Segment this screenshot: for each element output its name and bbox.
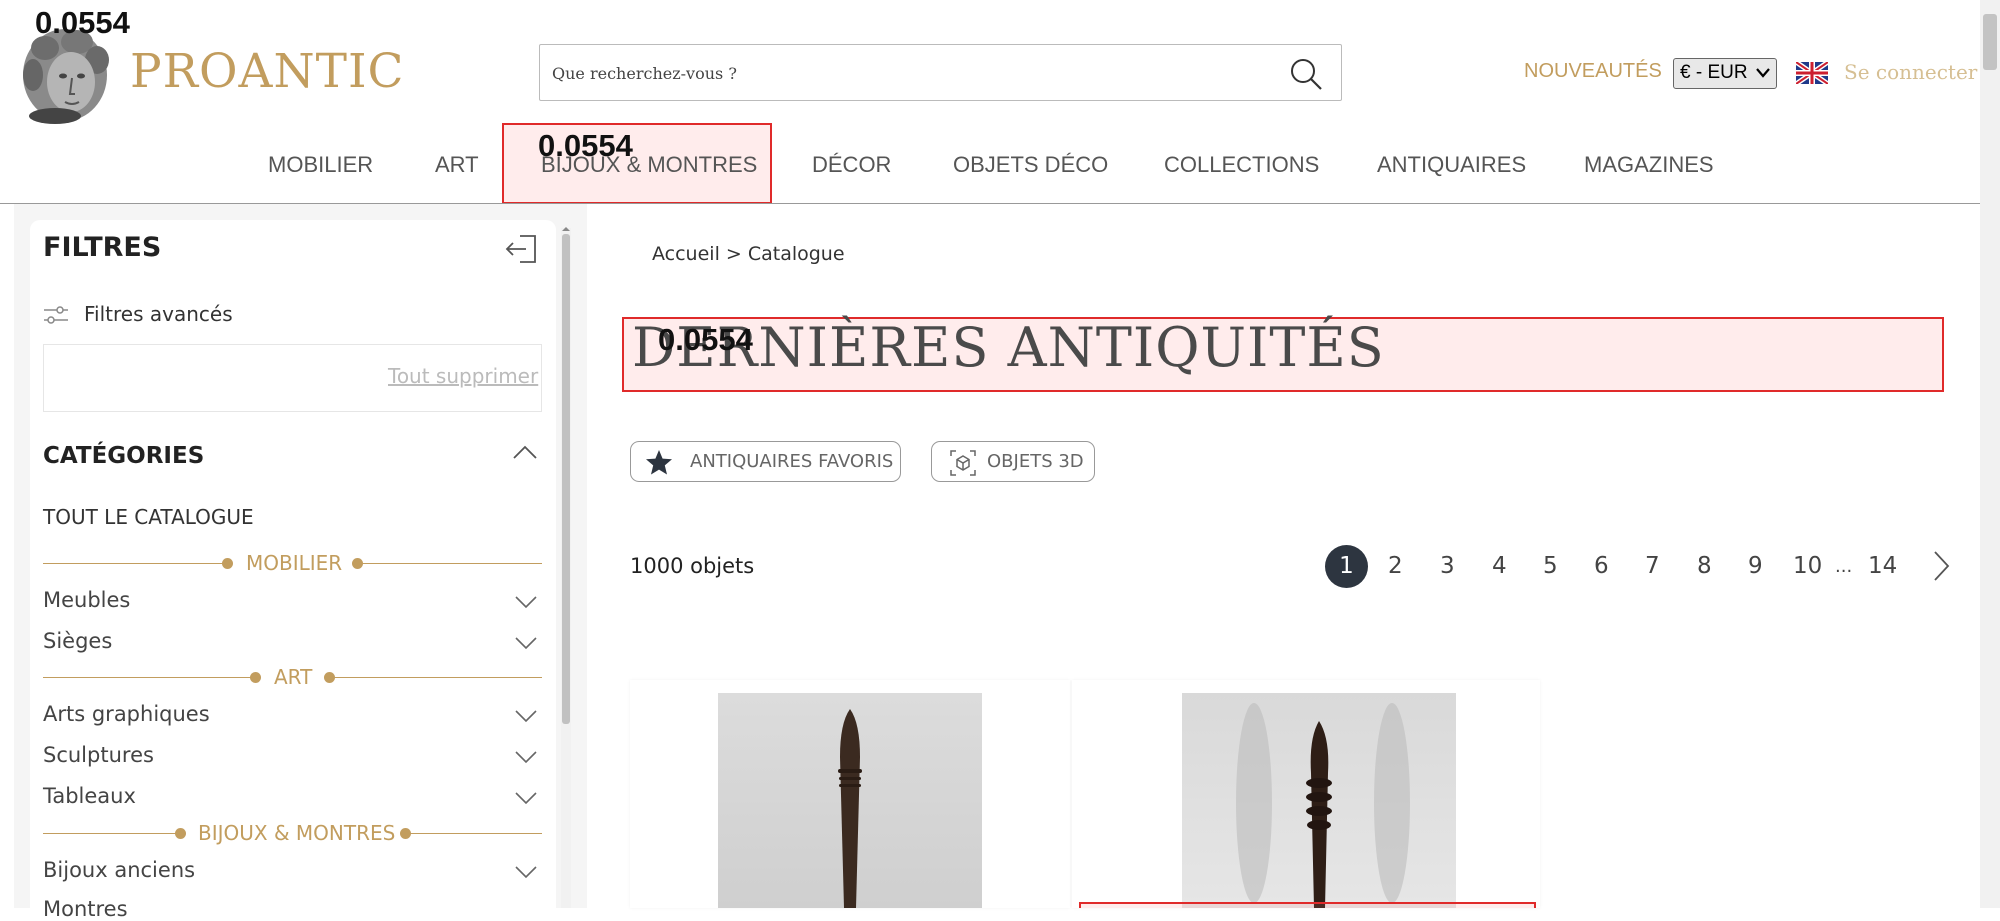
category-sculptures[interactable]: Sculptures — [43, 743, 154, 767]
cube-3d-icon — [950, 450, 976, 476]
category-arts-graphiques[interactable]: Arts graphiques — [43, 702, 210, 726]
nouveautes-link[interactable]: NOUVEAUTÉS — [1524, 60, 1662, 83]
page-scroll-thumb[interactable] — [1983, 14, 1997, 70]
nav-mobilier[interactable]: MOBILIER — [268, 152, 373, 178]
group-label-bijoux-montres: BIJOUX & MONTRES — [198, 821, 396, 845]
login-link[interactable]: Se connecter — [1844, 60, 1977, 84]
nav-collections[interactable]: COLLECTIONS — [1164, 152, 1319, 178]
chevron-down-icon[interactable] — [514, 788, 538, 808]
scroll-up-arrow-icon[interactable] — [561, 226, 571, 232]
3d-objects-label: OBJETS 3D — [987, 451, 1084, 472]
score-overlay-nav: 0.0554 — [538, 128, 633, 163]
advanced-filters-link[interactable]: Filtres avancés — [84, 302, 233, 326]
currency-selected-value: € - EUR — [1680, 62, 1748, 83]
group-divider-dot — [175, 828, 186, 839]
category-all-catalog[interactable]: TOUT LE CATALOGUE — [43, 505, 254, 529]
results-count: 1000 objets — [630, 554, 755, 578]
group-divider-line — [408, 833, 542, 834]
collapse-panel-icon[interactable] — [504, 234, 538, 264]
product-card[interactable] — [630, 680, 1070, 908]
search-icon[interactable] — [1289, 57, 1323, 91]
favorite-dealers-filter[interactable]: ANTIQUAIRES FAVORIS — [630, 441, 901, 482]
category-bijoux-anciens[interactable]: Bijoux anciens — [43, 858, 195, 882]
category-meubles[interactable]: Meubles — [43, 588, 130, 612]
chevron-down-icon[interactable] — [514, 592, 538, 612]
pagination-page[interactable]: 4 — [1492, 553, 1507, 579]
brand-name[interactable]: PROANTIC — [130, 44, 405, 99]
highlight-box-card — [1079, 902, 1536, 908]
chevron-up-icon[interactable] — [512, 440, 538, 466]
group-divider-dot — [250, 672, 261, 683]
pagination-page[interactable]: 9 — [1748, 553, 1763, 579]
clear-all-filters-link[interactable]: Tout supprimer — [388, 364, 538, 388]
chevron-down-icon[interactable] — [514, 747, 538, 767]
pagination-page[interactable]: 5 — [1543, 553, 1558, 579]
nav-art[interactable]: ART — [435, 152, 479, 178]
pagination-page[interactable]: 2 — [1388, 553, 1403, 579]
pagination-page[interactable]: 8 — [1697, 553, 1712, 579]
currency-select[interactable]: € - EUR — [1673, 58, 1777, 89]
category-tableaux[interactable]: Tableaux — [43, 784, 136, 808]
chevron-right-icon[interactable] — [1932, 550, 1950, 582]
chevron-down-icon[interactable] — [514, 706, 538, 726]
score-overlay-title: 0.0554 — [658, 322, 753, 357]
group-divider-line — [360, 563, 542, 564]
search-bar — [539, 44, 1342, 101]
group-divider-dot — [222, 558, 233, 569]
group-divider-line — [43, 677, 253, 678]
group-divider-line — [332, 677, 542, 678]
filters-title: FILTRES — [43, 232, 162, 263]
chevron-down-icon[interactable] — [514, 862, 538, 882]
pagination-page[interactable]: 7 — [1645, 553, 1660, 579]
pagination-last-page[interactable]: 14 — [1868, 553, 1897, 579]
product-image[interactable] — [1182, 693, 1456, 908]
product-image-graphic — [1236, 703, 1410, 908]
product-image-graphic — [838, 709, 862, 908]
chevron-down-icon[interactable] — [514, 633, 538, 653]
chevron-down-icon — [1756, 68, 1770, 78]
nav-objets-deco[interactable]: OBJETS DÉCO — [953, 152, 1108, 178]
nav-magazines[interactable]: MAGAZINES — [1584, 152, 1714, 178]
group-divider-line — [43, 833, 179, 834]
pagination-page[interactable]: 3 — [1440, 553, 1455, 579]
3d-objects-filter[interactable]: OBJETS 3D — [931, 441, 1095, 482]
categories-title[interactable]: CATÉGORIES — [43, 443, 204, 469]
breadcrumb[interactable]: Accueil > Catalogue — [652, 243, 845, 265]
group-divider-line — [43, 563, 225, 564]
page-scrollbar[interactable] — [1980, 0, 2000, 908]
group-label-art: ART — [274, 665, 313, 689]
pagination-ellipsis: ... — [1835, 556, 1853, 577]
favorite-dealers-label: ANTIQUAIRES FAVORIS — [690, 451, 894, 472]
category-sieges[interactable]: Sièges — [43, 629, 112, 653]
nav-antiquaires[interactable]: ANTIQUAIRES — [1377, 152, 1526, 178]
pagination-page[interactable]: 6 — [1594, 553, 1609, 579]
product-card[interactable] — [1072, 680, 1540, 908]
search-input[interactable] — [550, 55, 1254, 91]
filter-sliders-icon[interactable] — [44, 305, 68, 325]
nav-decor[interactable]: DÉCOR — [812, 152, 891, 178]
pagination-current-page[interactable]: 1 — [1325, 545, 1368, 588]
product-image[interactable] — [718, 693, 982, 908]
star-icon — [646, 450, 672, 475]
uk-flag-icon[interactable] — [1794, 59, 1830, 87]
group-label-mobilier: MOBILIER — [246, 551, 343, 575]
score-overlay: 0.0554 — [35, 5, 130, 40]
pagination-page[interactable]: 10 — [1793, 553, 1822, 579]
sidebar-scroll-thumb[interactable] — [562, 234, 570, 724]
category-montres[interactable]: Montres — [43, 897, 128, 921]
